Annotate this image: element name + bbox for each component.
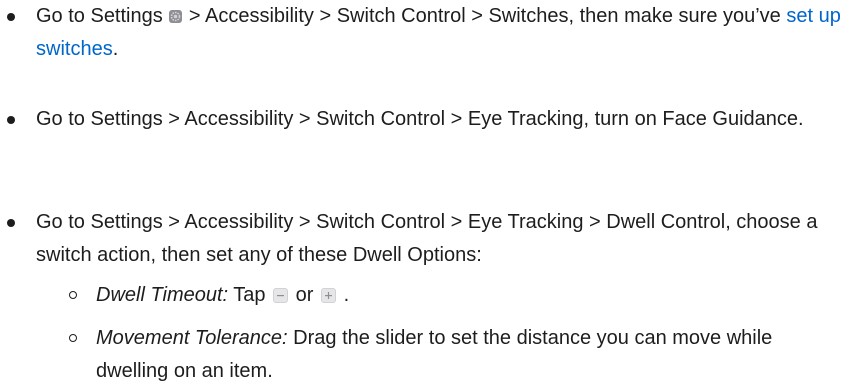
bullet-text: Go to Settings > Accessibility > Switch …: [36, 211, 818, 266]
bullet-text-part: Go to Settings: [36, 5, 163, 27]
dwell-timeout-term: Dwell Timeout:: [96, 284, 229, 306]
sub-text-part: .: [343, 284, 350, 306]
minus-button-icon: [273, 288, 289, 303]
bullet-dot: [7, 219, 15, 227]
bullet-text-part: .: [112, 38, 119, 60]
sub-text-part: or: [295, 284, 314, 306]
bullet-dot: [7, 13, 15, 21]
movement-tolerance-term: Movement Tolerance:: [96, 327, 288, 349]
plus-button-icon: [321, 288, 337, 303]
bullet-item-face-guidance: Go to Settings > Accessibility > Switch …: [7, 103, 846, 136]
sub-item-movement-tolerance: Movement Tolerance: Drag the slider to s…: [69, 322, 846, 388]
instructions-document: Go to Settings > Accessibility > Switch …: [0, 0, 850, 382]
sub-item-dwell-timeout: Dwell Timeout: Tap or .: [69, 279, 846, 312]
bullet-item-dwell-control: Go to Settings > Accessibility > Switch …: [7, 206, 846, 272]
sub-text-part: Tap: [233, 284, 266, 306]
sub-bullet-ring: [69, 291, 77, 299]
sub-bullet-ring: [69, 334, 77, 342]
bullet-dot: [7, 116, 15, 124]
bullet-item-switches: Go to Settings > Accessibility > Switch …: [7, 0, 846, 66]
settings-gear-icon: [169, 10, 183, 23]
bullet-text: Go to Settings > Accessibility > Switch …: [36, 108, 804, 130]
bullet-text-part: > Accessibility > Switch Control > Switc…: [188, 5, 781, 27]
